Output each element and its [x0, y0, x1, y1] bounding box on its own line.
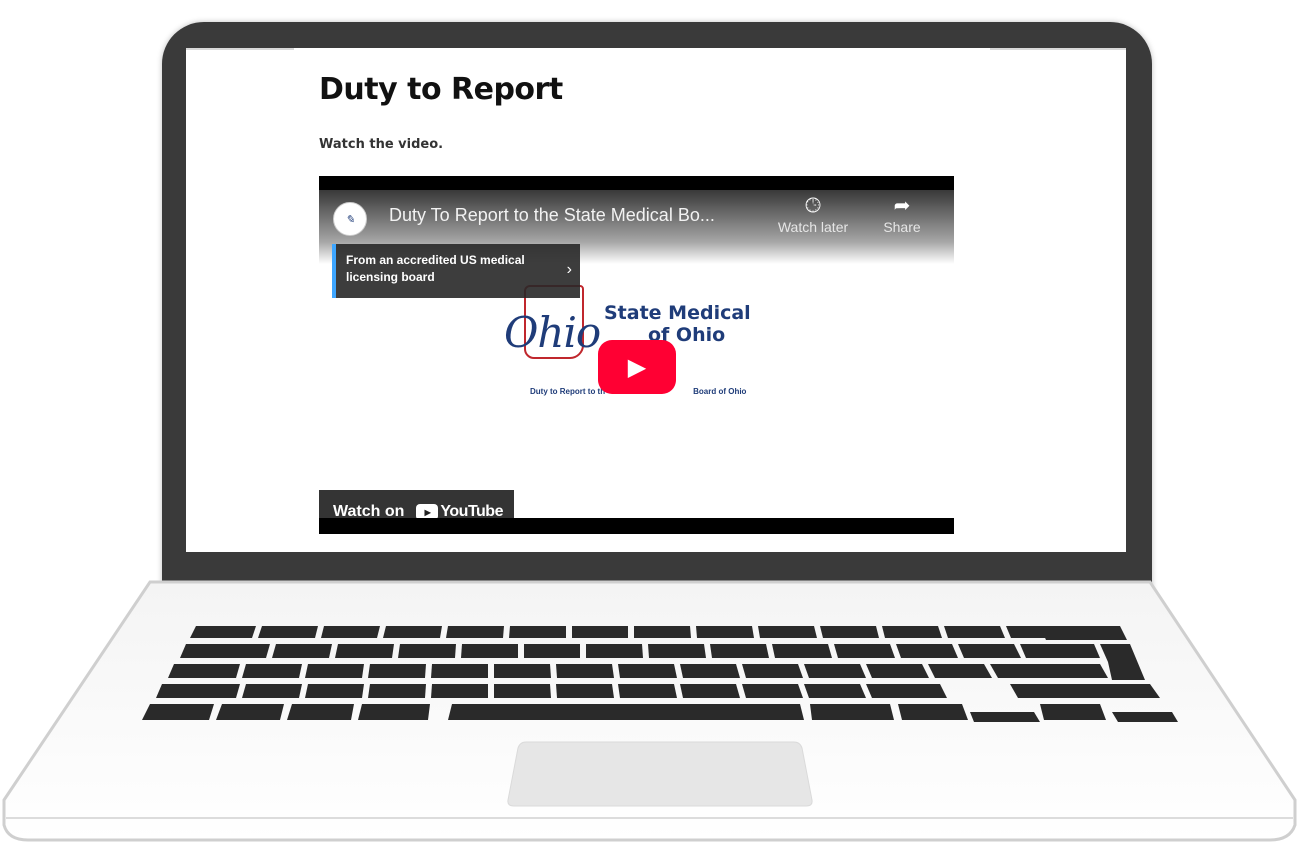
key: [258, 626, 318, 638]
arrow-key: [970, 712, 1040, 722]
key: [896, 644, 958, 658]
key: [742, 664, 803, 678]
key: [928, 664, 992, 678]
key: [742, 684, 803, 698]
key: [180, 644, 270, 658]
key: [834, 644, 895, 658]
key: [804, 664, 866, 678]
key: [586, 644, 643, 658]
key: [305, 684, 364, 698]
key: [524, 644, 580, 658]
key: [634, 626, 691, 638]
key: [494, 664, 551, 678]
key: [958, 644, 1021, 658]
key: [710, 644, 769, 658]
key: [804, 684, 866, 698]
key: [1020, 644, 1100, 658]
key: [810, 704, 894, 720]
key: [509, 626, 566, 638]
shift-key: [156, 684, 240, 698]
shift-key: [1010, 684, 1160, 698]
key: [494, 684, 551, 698]
key: [321, 626, 380, 638]
key: [556, 664, 614, 678]
key: [556, 684, 614, 698]
key: [680, 684, 740, 698]
key: [168, 664, 240, 678]
key: [572, 626, 628, 638]
key: [446, 626, 504, 638]
key: [461, 644, 518, 658]
key: [368, 684, 426, 698]
key: [866, 664, 929, 678]
key: [680, 664, 740, 678]
key: [696, 626, 754, 638]
key: [772, 644, 832, 658]
key: [242, 664, 302, 678]
key: [618, 664, 677, 678]
key: [242, 684, 302, 698]
key: [944, 626, 1005, 638]
arrow-key: [1112, 712, 1178, 722]
key: [142, 704, 214, 720]
key: [866, 684, 947, 698]
key: [882, 626, 942, 638]
laptop-hinge: [164, 552, 1152, 582]
key: [1040, 626, 1127, 640]
trackpad: [507, 741, 813, 807]
key: [287, 704, 354, 720]
key: [898, 704, 968, 720]
key: [368, 664, 426, 678]
key: [648, 644, 706, 658]
key: [358, 704, 430, 720]
key: [431, 684, 488, 698]
key: [820, 626, 879, 638]
key: [305, 664, 364, 678]
key: [383, 626, 442, 638]
key: [216, 704, 284, 720]
laptop-base: [2, 552, 1297, 842]
key: [335, 644, 394, 658]
key: [990, 664, 1108, 678]
key: [758, 626, 817, 638]
space-bar: [448, 704, 804, 720]
key: [272, 644, 332, 658]
key: [398, 644, 456, 658]
key: [618, 684, 677, 698]
key: [190, 626, 256, 638]
key: [431, 664, 488, 678]
arrow-key: [1040, 704, 1106, 720]
